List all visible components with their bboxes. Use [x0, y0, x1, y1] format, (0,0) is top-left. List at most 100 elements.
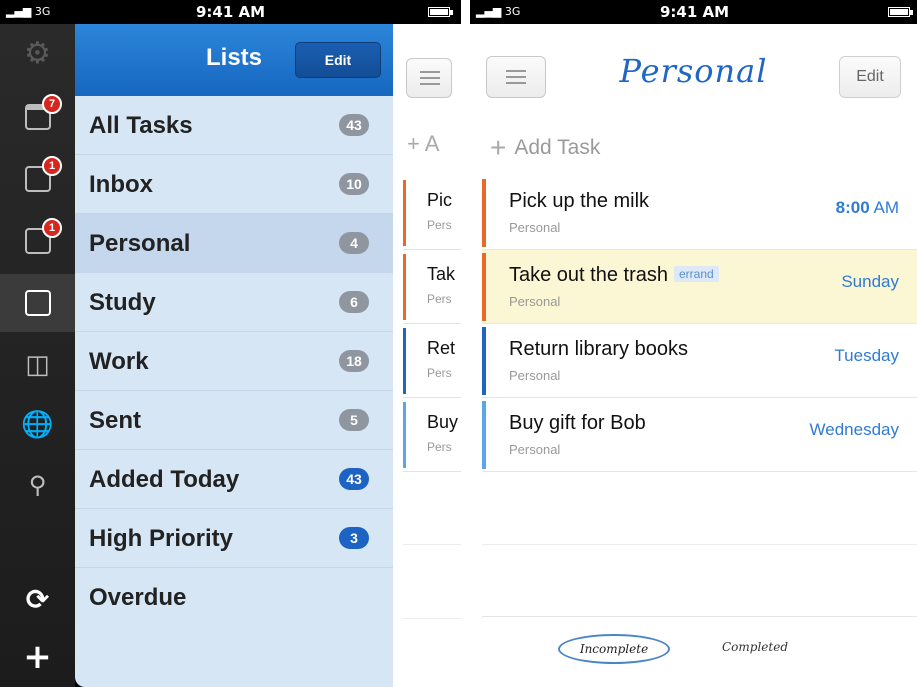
due-time: 8:00 — [835, 198, 870, 217]
status-bar: ▂▄▆ 3G 9:41 AM — [470, 0, 917, 24]
task-due: Wednesday — [809, 420, 899, 439]
globe-button[interactable]: 🌐 — [0, 396, 75, 454]
task-list-name: Personal — [509, 220, 561, 235]
clock: 9:41 AM — [660, 3, 730, 21]
calendar-badge: 7 — [42, 94, 62, 114]
add-list-button[interactable]: + — [0, 628, 75, 686]
task-list-name: Personal — [509, 442, 561, 457]
divider — [403, 618, 461, 619]
tag-badge[interactable]: errand — [673, 266, 719, 282]
icon-rail: ⚙ 7 1 1 ◫ 🌐 ⚲ ⟳ + — [0, 24, 75, 687]
edit-lists-button[interactable]: Edit — [295, 42, 381, 78]
filter-incomplete[interactable]: Incomplete — [558, 634, 670, 664]
count-badge: 43 — [339, 114, 369, 136]
list-item: Buy Pers — [403, 398, 461, 472]
list-item-personal[interactable]: Personal 4 — [75, 214, 393, 273]
priority-bar — [403, 328, 406, 394]
lists-header: Lists Edit — [75, 24, 393, 96]
priority-bar — [403, 180, 406, 246]
task-due: 8:00 AM — [836, 198, 899, 218]
tags-button[interactable]: ◫ — [0, 336, 75, 394]
task-row[interactable]: Buy gift for Bob Personal Wednesday — [482, 398, 917, 472]
clock: 9:41 AM — [196, 3, 266, 21]
add-task-label: Add Task — [514, 136, 601, 159]
priority-bar — [403, 254, 406, 320]
task-row[interactable]: Return library books Personal Tuesday — [482, 324, 917, 398]
status-bar: ▂▄▆ 3G 9:41 AM — [0, 0, 461, 24]
priority-bar — [482, 253, 486, 321]
list-item-work[interactable]: Work 18 — [75, 332, 393, 391]
divider — [403, 544, 461, 545]
task-title: Pic — [427, 190, 453, 210]
lists-button[interactable] — [0, 274, 75, 332]
tag-icon: ◫ — [25, 350, 50, 380]
list-item-inbox[interactable]: Inbox 10 — [75, 155, 393, 214]
task-title-text: Take out the trash — [509, 264, 668, 286]
list-item-high-priority[interactable]: High Priority 3 — [75, 509, 393, 568]
list-item-label: Overdue — [89, 584, 187, 611]
inbox-badge: 1 — [42, 156, 62, 176]
inbox-doc-button[interactable]: 1 — [0, 150, 75, 208]
count-badge: 6 — [339, 291, 369, 313]
priority-bar — [482, 327, 486, 395]
task-title: Buy gift for Bob — [509, 412, 646, 434]
task-title: Tak — [427, 264, 456, 284]
count-badge: 10 — [339, 173, 369, 195]
list-item-study[interactable]: Study 6 — [75, 273, 393, 332]
list-item-overdue[interactable]: Overdue — [75, 568, 393, 627]
list-item-label: Personal — [89, 230, 191, 257]
settings-button[interactable]: ⚙ — [0, 24, 75, 82]
personal-list-view: Personal Edit + Add Task Pick up the milk… — [470, 24, 917, 687]
lists-panel: Lists Edit All Tasks 43 Inbox 10 Persona… — [75, 24, 393, 687]
calendar-button[interactable]: 7 — [0, 88, 75, 146]
list-item-label: Work — [89, 348, 149, 375]
list-item-label: Added Today — [89, 466, 240, 493]
list-item-label: Inbox — [89, 171, 153, 198]
add-task-peek: + A — [407, 131, 440, 156]
task-list-name: Personal — [509, 368, 561, 383]
add-task-button[interactable]: + Add Task — [490, 132, 600, 164]
list-item-added-today[interactable]: Added Today 43 — [75, 450, 393, 509]
list-item: Tak Pers — [403, 250, 461, 324]
edit-button[interactable]: Edit — [839, 56, 901, 98]
gear-icon: ⚙ — [24, 35, 51, 71]
filter-completed[interactable]: Completed — [722, 640, 788, 654]
doc-5-button[interactable]: 1 — [0, 212, 75, 270]
task-title: Buy — [427, 412, 459, 432]
task-list-name: Personal — [509, 294, 561, 309]
sync-icon: ⟳ — [25, 582, 50, 616]
list-item: Pic Pers — [403, 176, 461, 250]
count-badge: 43 — [339, 468, 369, 490]
count-badge: 4 — [339, 232, 369, 254]
task-due: Sunday — [841, 272, 899, 291]
list-item-sent[interactable]: Sent 5 — [75, 391, 393, 450]
task-row[interactable]: Take out the trash errand Personal Sunday — [482, 250, 917, 324]
task-due: Tuesday — [834, 346, 899, 365]
plus-icon: + — [23, 637, 52, 677]
search-icon: ⚲ — [28, 471, 47, 499]
menu-button[interactable] — [406, 58, 452, 98]
count-badge: 3 — [339, 527, 369, 549]
priority-bar — [482, 179, 486, 247]
phone-personal-screen: ▂▄▆ 3G 9:41 AM Personal Edit + Add Task P… — [470, 0, 917, 687]
task-list-peek[interactable]: + A Pic Pers Tak Pers Ret Pers Buy Pers — [393, 24, 461, 687]
task-list-name: Pers — [427, 440, 452, 454]
battery-icon — [428, 7, 453, 17]
list-item-label: Study — [89, 289, 156, 316]
battery-icon — [888, 7, 913, 17]
task-title: Pick up the milk — [509, 190, 650, 212]
divider — [482, 544, 917, 545]
task-list-name: Pers — [427, 292, 452, 306]
search-button[interactable]: ⚲ — [0, 456, 75, 514]
list-item-all-tasks[interactable]: All Tasks 43 — [75, 96, 393, 155]
list-item-label: High Priority — [89, 525, 234, 552]
signal-indicator: ▂▄▆ 3G — [476, 5, 521, 18]
task-title: Take out the trash errand — [509, 264, 719, 287]
filter-bar: Incomplete Completed — [482, 616, 917, 687]
list-item-label: All Tasks — [89, 112, 193, 139]
task-list-name: Pers — [427, 218, 452, 232]
signal-indicator: ▂▄▆ 3G — [6, 5, 51, 18]
count-badge: 18 — [339, 350, 369, 372]
task-row[interactable]: Pick up the milk Personal 8:00 AM — [482, 176, 917, 250]
sync-button[interactable]: ⟳ — [0, 570, 75, 628]
